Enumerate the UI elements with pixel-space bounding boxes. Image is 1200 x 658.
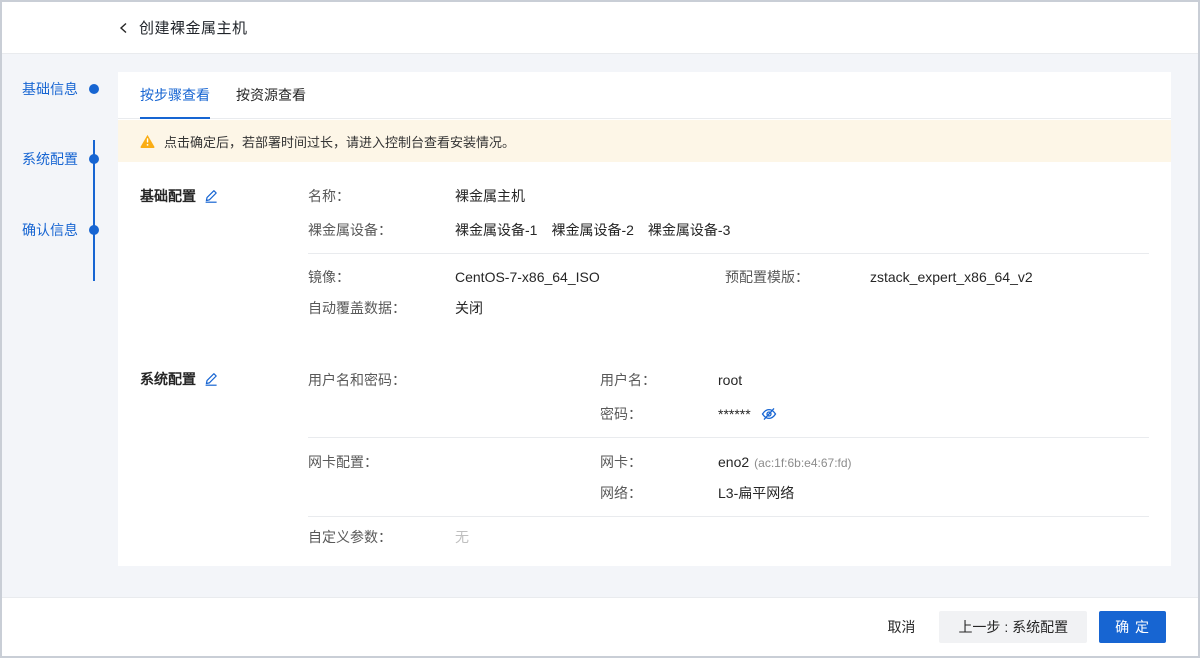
step-dot-icon [89, 225, 99, 235]
nic-label: 网卡： [600, 452, 642, 472]
step-dot-icon [89, 84, 99, 94]
warning-icon [140, 134, 155, 148]
custom-params-value: 无 [455, 527, 469, 547]
step-dot-icon [89, 154, 99, 164]
template-label: 预配置模版： [725, 267, 809, 287]
system-config-section-title: 系统配置 [140, 369, 218, 389]
eye-slash-icon [761, 406, 777, 422]
warning-banner: 点击确定后，若部署时间过长，请进入控制台查看安装情况。 [118, 120, 1171, 162]
password-masked-value: ****** [718, 404, 751, 424]
footer-actions: 取消 上一步 : 系统配置 确 定 [2, 597, 1198, 656]
nic-group-label: 网卡配置： [308, 452, 378, 472]
device-item: 裸金属设备-3 [648, 220, 730, 240]
nic-value-group: eno2 (ac:1f:6b:e4:67:fd) [718, 452, 852, 473]
overwrite-label: 自动覆盖数据： [308, 298, 406, 318]
template-value: zstack_expert_x86_64_v2 [870, 267, 1033, 287]
nic-value: eno2 [718, 452, 749, 472]
step-label: 确认信息 [22, 222, 78, 238]
image-label: 镜像： [308, 267, 350, 287]
network-value: L3-扁平网络 [718, 483, 794, 503]
name-value: 裸金属主机 [455, 186, 525, 206]
network-label: 网络： [600, 483, 642, 503]
edit-system-config-button[interactable] [204, 372, 218, 386]
create-baremetal-page: 创建裸金属主机 基础信息 系统配置 确认信息 按步骤查看 按资源查看 [0, 0, 1200, 658]
confirm-button[interactable]: 确 定 [1099, 611, 1166, 643]
edit-basic-config-button[interactable] [204, 189, 218, 203]
overwrite-value: 关闭 [455, 298, 483, 318]
image-value: CentOS-7-x86_64_ISO [455, 267, 600, 287]
row-divider [308, 516, 1149, 517]
password-field: ****** [718, 404, 777, 424]
credentials-label: 用户名和密码： [308, 370, 406, 390]
edit-pencil-icon [204, 189, 218, 203]
tab-by-step[interactable]: 按步骤查看 [140, 72, 210, 119]
basic-config-section-title: 基础配置 [140, 186, 218, 206]
step-label: 基础信息 [22, 81, 78, 97]
device-values: 裸金属设备-1 裸金属设备-2 裸金属设备-3 [455, 220, 730, 240]
row-divider [308, 253, 1149, 254]
nic-mac-address: (ac:1f:6b:e4:67:fd) [754, 453, 851, 473]
page-title: 创建裸金属主机 [139, 17, 248, 38]
row-divider [308, 437, 1149, 438]
edit-pencil-icon [204, 372, 218, 386]
name-label: 名称： [308, 186, 350, 206]
username-value: root [718, 370, 742, 390]
username-label: 用户名： [600, 370, 656, 390]
step-label: 系统配置 [22, 151, 78, 167]
chevron-left-icon [117, 21, 131, 35]
device-item: 裸金属设备-2 [551, 220, 633, 240]
section-title-text: 基础配置 [140, 186, 196, 206]
view-tabs: 按步骤查看 按资源查看 [118, 72, 1171, 119]
device-item: 裸金属设备-1 [455, 220, 537, 240]
previous-step-button[interactable]: 上一步 : 系统配置 [939, 611, 1087, 643]
page-header: 创建裸金属主机 [2, 2, 1198, 54]
cancel-button[interactable]: 取消 [887, 617, 915, 637]
tab-by-resource[interactable]: 按资源查看 [236, 72, 306, 118]
summary-card: 按步骤查看 按资源查看 点击确定后，若部署时间过长，请进入控制台查看安装情况。 … [118, 72, 1171, 566]
toggle-password-visibility-button[interactable] [761, 406, 777, 422]
step-nav: 基础信息 系统配置 确认信息 [2, 54, 118, 354]
custom-params-label: 自定义参数： [308, 527, 392, 547]
device-label: 裸金属设备： [308, 220, 392, 240]
back-button[interactable] [117, 21, 131, 35]
section-title-text: 系统配置 [140, 369, 196, 389]
password-label: 密码： [600, 404, 642, 424]
warning-text: 点击确定后，若部署时间过长，请进入控制台查看安装情况。 [164, 132, 515, 151]
